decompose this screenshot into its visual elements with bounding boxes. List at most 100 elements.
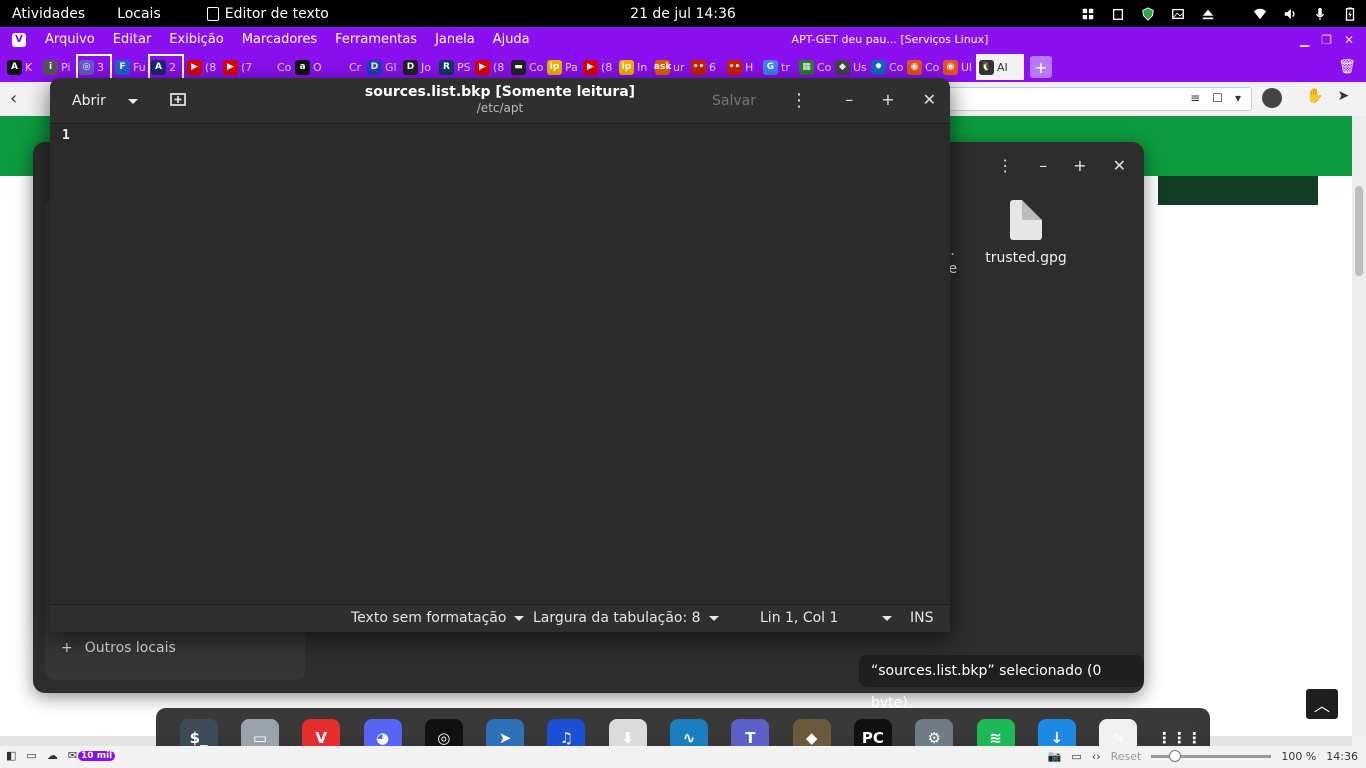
clipboard-icon[interactable]	[1110, 7, 1126, 21]
bookmark-icon[interactable]: ☐	[1212, 91, 1223, 105]
browser-tab[interactable]: A2	[148, 54, 184, 80]
reader-view-icon[interactable]: ≡	[1190, 91, 1200, 105]
tab-tiling-icon[interactable]: ▭	[26, 749, 36, 762]
browser-tab[interactable]: 🐧 AI	[976, 54, 1024, 80]
browser-tab[interactable]: Gtr	[760, 54, 796, 80]
wifi-icon[interactable]	[1252, 7, 1268, 21]
tab-favicon-icon: ▶	[475, 59, 490, 75]
close-icon[interactable]: ✕	[1344, 33, 1354, 47]
maximize-icon[interactable]: ❐	[1321, 33, 1332, 47]
tab-favicon-icon: 🐧	[979, 59, 994, 75]
browser-tab[interactable]: ✹ Co	[868, 54, 904, 80]
browser-tab[interactable]: •• H	[724, 54, 760, 80]
browser-tab[interactable]: ▬ Co	[508, 54, 544, 80]
menu-editar[interactable]: Editar	[104, 32, 161, 47]
minimize-icon[interactable]: ▁	[1300, 33, 1309, 47]
clock[interactable]: 21 de jul 14:36	[630, 6, 736, 22]
browser-tab[interactable]: ◉ Co	[904, 54, 940, 80]
extension-avatar-icon[interactable]	[1262, 88, 1282, 108]
browser-tab[interactable]: lp In	[616, 54, 652, 80]
browser-tab[interactable]: AK	[4, 54, 40, 80]
mail-icon[interactable]: ✉ 10 mil	[68, 749, 116, 762]
browser-tab[interactable]: i Pi	[40, 54, 76, 80]
app-menu[interactable]: Editor de texto	[173, 6, 341, 22]
minimize-icon[interactable]: –	[845, 90, 853, 109]
battery-icon[interactable]	[1342, 6, 1358, 21]
tab-label: Fu	[133, 60, 146, 74]
more-options-icon[interactable]: ⋮	[790, 90, 808, 111]
editor-text-area[interactable]: 1	[50, 124, 950, 604]
new-tab-button[interactable]: +	[1030, 56, 1052, 78]
browser-tab[interactable]: R PS	[436, 54, 472, 80]
save-button[interactable]: Salvar	[712, 93, 756, 109]
browser-tab[interactable]: Cr	[328, 54, 364, 80]
maximize-icon[interactable]: +	[881, 90, 894, 109]
browser-tab[interactable]: ▦ Co	[796, 54, 832, 80]
browser-tab[interactable]: ◎ 3	[76, 54, 112, 80]
window-icon[interactable]: ▭	[1071, 750, 1081, 763]
browser-tab[interactable]: D Jo	[400, 54, 436, 80]
new-document-icon[interactable]	[170, 92, 186, 106]
sidebar-item-other-locations[interactable]: + Outros locais	[61, 640, 176, 656]
menu-janela[interactable]: Janela	[426, 32, 484, 47]
cursor-extension-icon[interactable]: ➤	[1337, 88, 1349, 108]
zoom-slider-knob[interactable]	[1169, 750, 1182, 762]
browser-tab[interactable]: aO	[292, 54, 328, 80]
browser-tab[interactable]: Co	[256, 54, 292, 80]
menu-ajuda[interactable]: Ajuda	[484, 32, 539, 47]
minimize-icon[interactable]: –	[1039, 156, 1047, 175]
browser-tab[interactable]: F Fu	[112, 54, 148, 80]
menu-arquivo[interactable]: Arquivo	[36, 32, 104, 47]
chevron-down-icon[interactable]: ▾	[1235, 91, 1241, 105]
browser-tab[interactable]: lp Pa	[544, 54, 580, 80]
browser-tab[interactable]: ▶ (7	[220, 54, 256, 80]
close-icon[interactable]: ✕	[923, 90, 936, 109]
tab-label: Jo	[421, 60, 431, 74]
more-options-icon[interactable]: ⋮	[997, 156, 1013, 175]
activities-button[interactable]: Atividades	[0, 6, 97, 22]
eject-icon[interactable]	[1200, 7, 1216, 21]
scroll-to-top-button[interactable]: ︿	[1306, 689, 1338, 719]
image-icon[interactable]	[1170, 7, 1186, 21]
browser-tab[interactable]: ◆ Us	[832, 54, 868, 80]
volume-icon[interactable]	[1282, 7, 1298, 21]
vivaldi-menu-icon[interactable]: V	[12, 32, 26, 47]
maximize-icon[interactable]: +	[1073, 156, 1086, 175]
tab-width-selector[interactable]: Largura da tabulação: 8	[533, 610, 719, 626]
zoom-reset[interactable]: Reset	[1111, 750, 1142, 763]
shield-icon[interactable]	[1140, 6, 1156, 21]
browser-tab[interactable]: ask ur	[652, 54, 688, 80]
cursor-position-selector[interactable]: Lin 1, Col 1	[760, 610, 893, 626]
tab-favicon-icon: ••	[727, 59, 742, 75]
close-icon[interactable]: ✕	[1113, 156, 1126, 175]
panel-toggle-icon[interactable]: ◧	[6, 749, 16, 762]
places-menu[interactable]: Locais	[97, 6, 173, 22]
browser-tab[interactable]: ▶ (8	[184, 54, 220, 80]
browser-tab[interactable]: ▶ (8	[472, 54, 508, 80]
file-item-trusted-gpg[interactable]: trusted.gpg	[981, 200, 1071, 266]
code-icon[interactable]: ‹›	[1092, 750, 1101, 763]
zoom-slider[interactable]	[1151, 750, 1272, 762]
gnome-extension-icon[interactable]: ✋	[1306, 88, 1323, 108]
grid-icon[interactable]	[1080, 7, 1096, 21]
mic-icon[interactable]	[1312, 7, 1328, 21]
browser-tab[interactable]: D Gl	[364, 54, 400, 80]
browser-tab[interactable]: ▶ (8	[580, 54, 616, 80]
tab-label: In	[637, 60, 648, 74]
syntax-label: Texto sem formatação	[351, 610, 507, 626]
cloud-sync-icon[interactable]: ☁	[47, 749, 58, 762]
open-button[interactable]: Abrir	[62, 87, 154, 115]
insert-mode-indicator[interactable]: INS	[910, 610, 934, 626]
trash-icon[interactable]: 🗑	[1338, 59, 1356, 75]
syntax-selector[interactable]: Texto sem formatação	[351, 610, 525, 626]
browser-tab[interactable]: •• 6	[688, 54, 724, 80]
url-field[interactable]: ≡ ☐ ▾	[940, 87, 1252, 111]
browser-tab[interactable]: ◉ Ul	[940, 54, 976, 80]
menu-exibicao[interactable]: Exibição	[160, 32, 232, 47]
back-icon[interactable]: ‹	[10, 88, 17, 109]
menu-marcadores[interactable]: Marcadores	[233, 32, 326, 47]
scrollbar-thumb[interactable]	[1355, 186, 1363, 276]
page-scrollbar[interactable]	[1352, 116, 1366, 736]
screenshot-icon[interactable]: 📷	[1048, 750, 1062, 763]
menu-ferramentas[interactable]: Ferramentas	[326, 32, 426, 47]
